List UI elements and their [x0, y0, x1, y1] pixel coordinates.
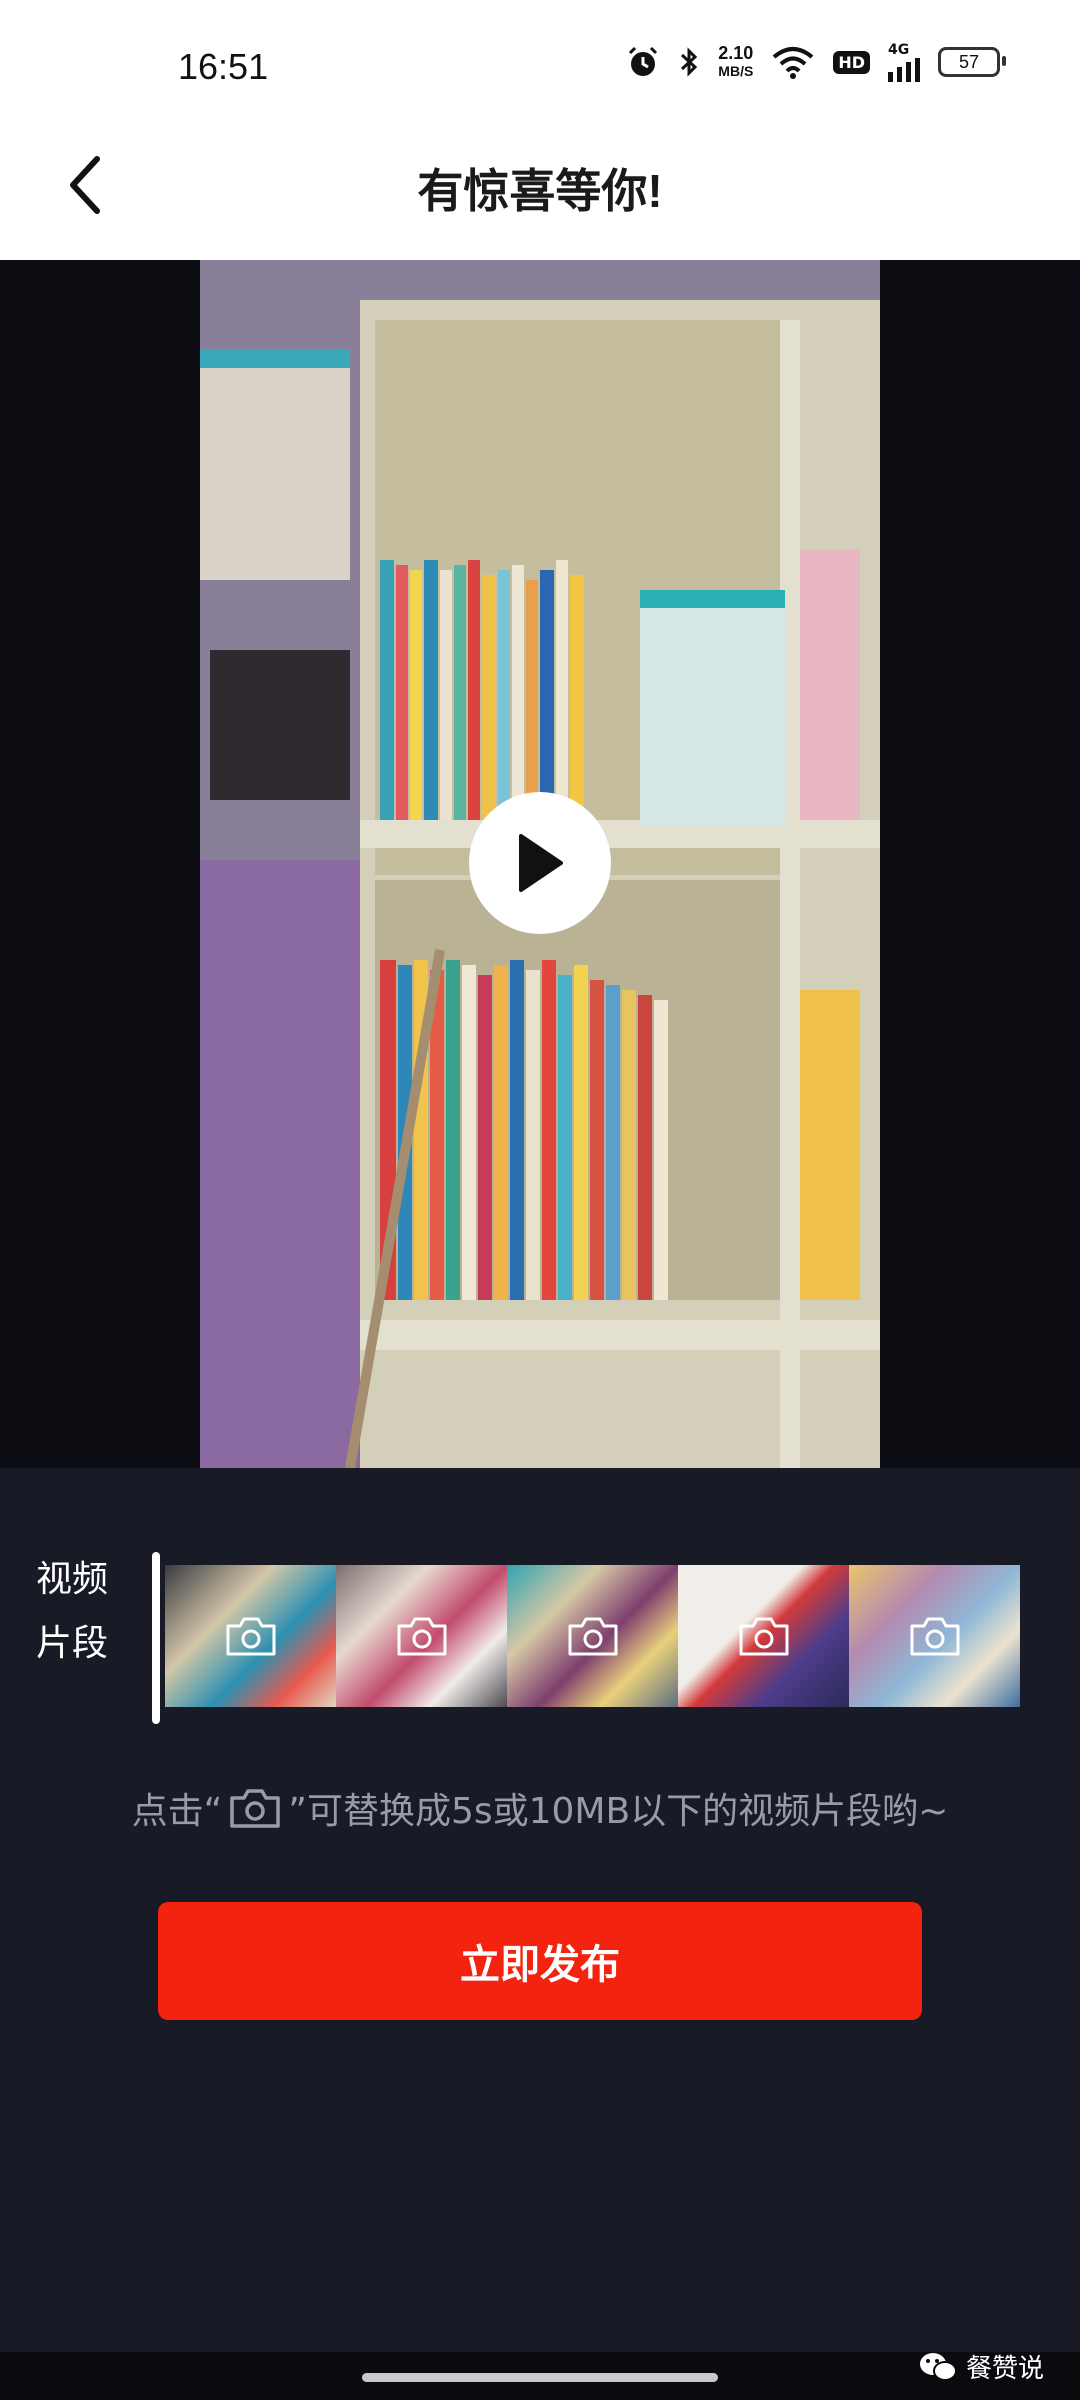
segment-cursor[interactable] — [152, 1552, 160, 1724]
camera-icon[interactable] — [737, 1614, 791, 1658]
hd-badge: HD — [833, 50, 870, 74]
status-time: 16:51 — [178, 46, 269, 87]
play-icon — [519, 834, 563, 892]
camera-icon[interactable] — [395, 1614, 449, 1658]
battery-icon: 57 — [938, 47, 1006, 77]
camera-icon[interactable] — [566, 1614, 620, 1658]
net-speed: 2.10 MB/S — [718, 43, 754, 79]
header: 有惊喜等你! — [0, 130, 1080, 260]
camera-icon — [230, 1789, 281, 1828]
watermark: 餐赞说 — [918, 2348, 1044, 2385]
bluetooth-icon — [681, 47, 698, 77]
hint-text: 点击“ ”可替换成5s或10MB以下的视频片段哟~ — [0, 1782, 1080, 1834]
network-type: 4G — [888, 42, 910, 58]
camera-icon[interactable] — [908, 1614, 962, 1658]
play-button[interactable] — [469, 792, 611, 934]
segments-label: 视频 片段 — [36, 1559, 109, 1664]
segment-thumbnail[interactable] — [336, 1565, 507, 1707]
segment-thumbnail[interactable] — [507, 1565, 678, 1707]
segment-thumbnail[interactable] — [849, 1565, 1020, 1707]
segment-thumbnail[interactable] — [678, 1565, 849, 1707]
status-icons: 2.10 MB/S HD 4G 57 — [626, 42, 1006, 82]
publish-button[interactable]: 立即发布 — [158, 1902, 922, 2020]
wechat-icon — [919, 2352, 957, 2381]
status-bar: 16:51 2.10 MB/S HD 4G 57 — [0, 0, 1080, 130]
home-indicator[interactable] — [362, 2373, 718, 2382]
segment-thumbnail[interactable] — [165, 1565, 336, 1707]
signal-icon: 4G — [888, 42, 920, 82]
camera-icon[interactable] — [224, 1614, 278, 1658]
alarm-icon — [629, 46, 658, 76]
segment-thumbnails — [165, 1565, 1020, 1707]
video-player[interactable] — [0, 260, 1080, 1468]
page-title: 有惊喜等你! — [417, 165, 663, 217]
wifi-icon — [773, 47, 814, 79]
